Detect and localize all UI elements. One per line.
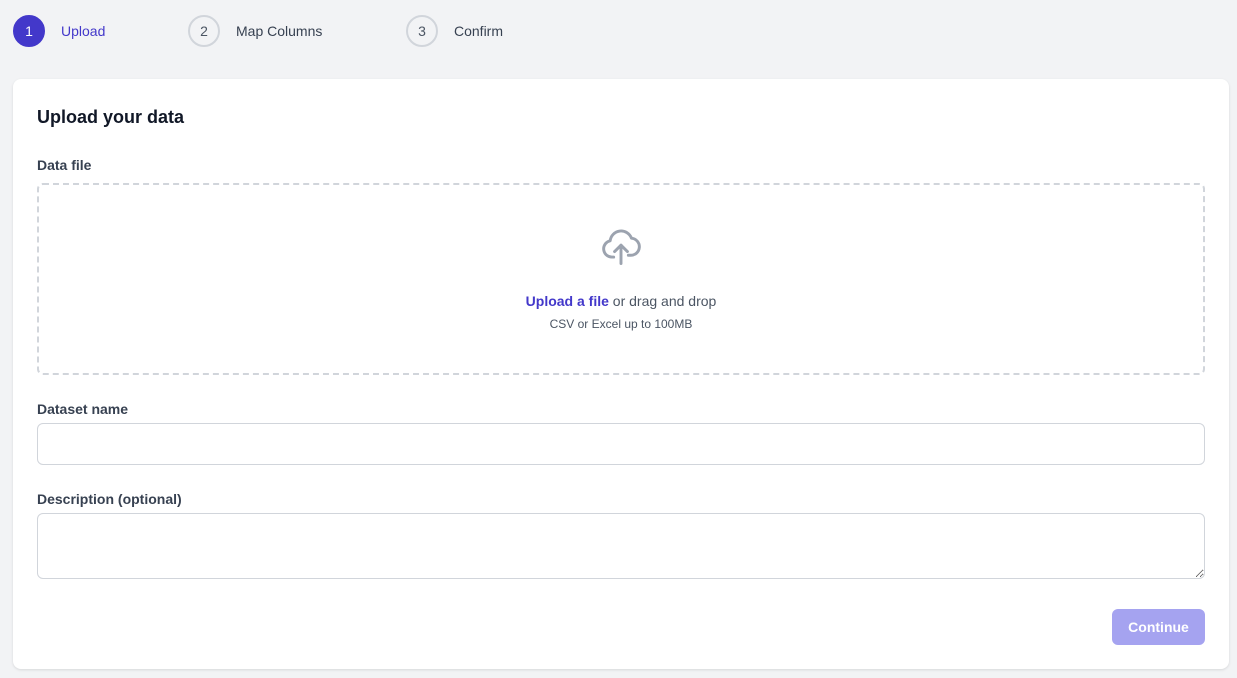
step-label-upload: Upload <box>61 22 106 39</box>
file-type-hint: CSV or Excel up to 100MB <box>549 317 693 331</box>
drop-instructions: Upload a file or drag and drop <box>39 293 1203 309</box>
card-title: Upload your data <box>37 107 185 127</box>
description-textarea[interactable] <box>37 513 1205 579</box>
file-dropzone[interactable]: Upload a file or drag and drop CSV or Ex… <box>37 183 1205 375</box>
step-label-map-columns: Map Columns <box>236 22 323 39</box>
upload-card: Upload your data Data file Upload a file… <box>13 79 1229 669</box>
step-number-1: 1 <box>13 14 45 47</box>
dataset-name-input[interactable] <box>37 423 1205 465</box>
continue-button[interactable]: Continue <box>1112 609 1205 645</box>
step-map-columns[interactable]: 2 Map Columns <box>188 14 322 47</box>
step-label-confirm: Confirm <box>454 22 504 39</box>
step-confirm[interactable]: 3 Confirm <box>406 14 503 47</box>
stepper: 1 Upload 2 Map Columns 3 Confirm <box>13 14 613 47</box>
drag-drop-text: or drag and drop <box>608 293 717 309</box>
step-number-2: 2 <box>188 14 220 47</box>
dataset-name-label: Dataset name <box>37 401 129 417</box>
step-number-3: 3 <box>406 14 438 47</box>
description-label: Description (optional) <box>37 491 182 507</box>
upload-file-link[interactable]: Upload a file <box>526 293 609 309</box>
step-upload[interactable]: 1 Upload <box>13 14 105 47</box>
data-file-label: Data file <box>37 157 92 173</box>
cloud-upload-icon <box>602 229 641 265</box>
